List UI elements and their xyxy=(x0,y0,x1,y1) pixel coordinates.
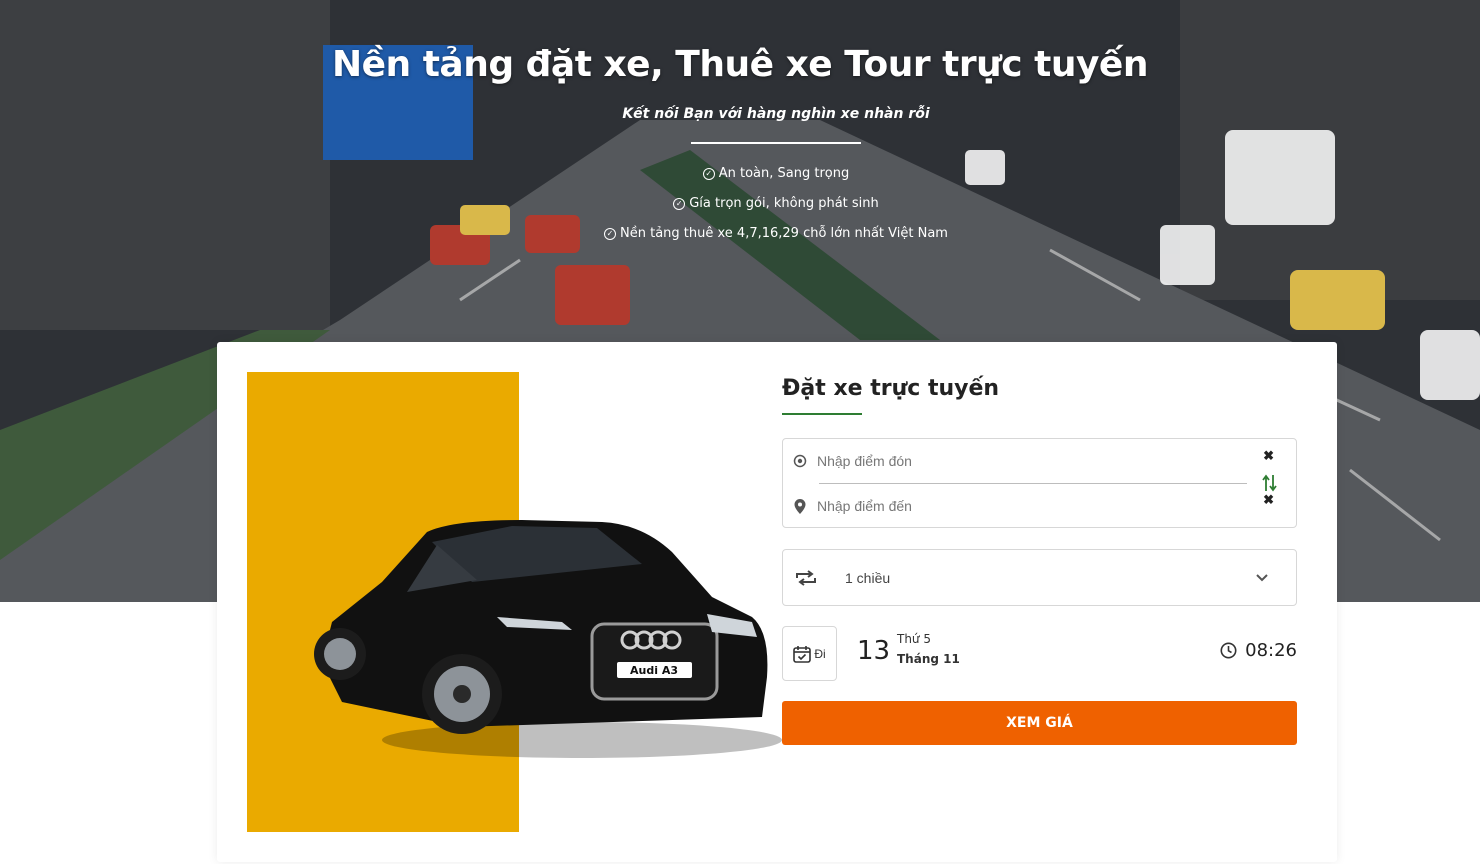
feature-item: ✓ Nền tảng thuê xe 4,7,16,29 chỗ lớn nhấ… xyxy=(0,226,1480,241)
day-number[interactable]: 13 xyxy=(857,636,890,666)
swap-arrows-icon[interactable] xyxy=(1262,473,1278,493)
feature-label: Nền tảng thuê xe 4,7,16,29 chỗ lớn nhất … xyxy=(620,226,948,241)
weekday-label: Thứ 5 xyxy=(897,632,931,646)
feature-label: An toàn, Sang trọng xyxy=(718,166,850,181)
clear-dropoff-icon[interactable]: ✖ xyxy=(1263,492,1274,508)
dropoff-input[interactable] xyxy=(817,491,1237,521)
trip-type-value: 1 chiều xyxy=(845,569,891,586)
hero-subtitle: Kết nối Bạn với hàng nghìn xe nhàn rỗi xyxy=(622,106,930,122)
booking-card: Audi A3 Đặt xe trực tuyến Nhập điểm đón … xyxy=(217,342,1337,862)
check-circle-icon: ✓ xyxy=(673,197,686,210)
repeat-icon xyxy=(783,569,829,586)
time-value: 08:26 xyxy=(1245,640,1297,661)
time-picker[interactable]: 08:26 xyxy=(1220,640,1297,661)
clock-icon xyxy=(1220,642,1237,659)
feature-item: ✓ Gía trọn gói, không phát sinh xyxy=(0,196,1480,211)
dropoff-row xyxy=(783,484,1253,528)
map-pin-icon xyxy=(783,498,817,514)
booking-form: Đặt xe trực tuyến ✖ ✖ xyxy=(782,372,1297,745)
date-label: Đi xyxy=(814,646,826,661)
hero-title: Nền tảng đặt xe, Thuê xe Tour trực tuyến xyxy=(332,44,1148,85)
date-picker-button[interactable]: Đi xyxy=(782,626,837,681)
pickup-input[interactable] xyxy=(817,446,1237,476)
license-plate: Audi A3 xyxy=(630,664,678,677)
month-label: Tháng 11 xyxy=(897,652,960,666)
car-image: Audi A3 xyxy=(314,520,782,758)
chevron-down-icon xyxy=(1256,569,1268,587)
feature-label: Gía trọn gói, không phát sinh xyxy=(689,196,879,211)
trip-type-select[interactable]: 1 chiều xyxy=(782,549,1297,606)
pickup-row xyxy=(783,439,1253,483)
booking-title: Đặt xe trực tuyến xyxy=(782,376,1000,401)
target-icon xyxy=(783,454,817,468)
check-circle-icon: ✓ xyxy=(604,227,617,240)
date-time-row: Đi 13 Thứ 5 Tháng 11 08:26 xyxy=(782,626,1297,682)
clear-pickup-icon[interactable]: ✖ xyxy=(1263,448,1274,464)
title-underline xyxy=(782,413,862,415)
route-box: ✖ ✖ xyxy=(782,438,1297,528)
calendar-check-icon xyxy=(793,645,812,663)
feature-item: ✓ An toàn, Sang trọng xyxy=(0,166,1480,181)
view-price-button[interactable]: XEM GIÁ xyxy=(782,701,1297,745)
check-circle-icon: ✓ xyxy=(702,167,715,180)
hero-divider xyxy=(691,142,861,144)
